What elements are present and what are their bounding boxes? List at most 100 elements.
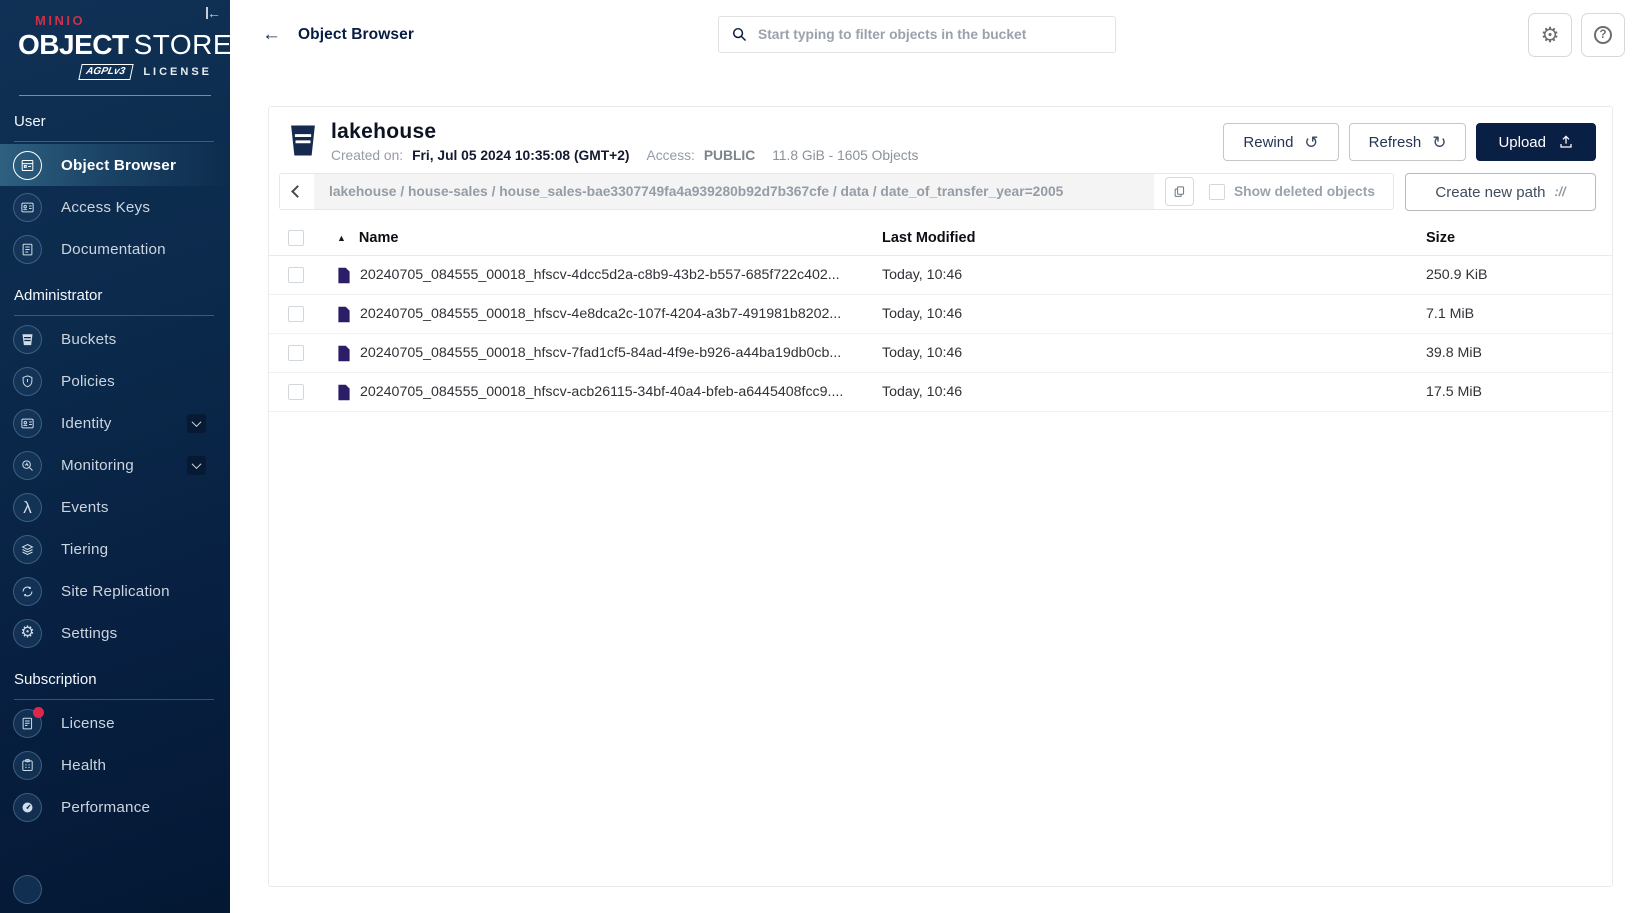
size-column-header[interactable]: Size	[1426, 230, 1612, 246]
file-icon	[337, 384, 351, 401]
sidebar-collapse-button[interactable]: ←	[206, 5, 221, 21]
sidebar-item-events[interactable]: λ Events	[0, 486, 230, 528]
monitoring-expand-button[interactable]	[187, 456, 206, 475]
chevron-down-icon	[192, 459, 202, 469]
shield-icon	[13, 367, 42, 396]
buckets-icon	[13, 325, 42, 354]
file-icon	[337, 267, 351, 284]
sidebar-item-identity[interactable]: Identity	[0, 402, 230, 444]
help-icon: ?	[1594, 26, 1612, 44]
object-size: 250.9 KiB	[1426, 267, 1612, 283]
sidebar-item-label: Tiering	[61, 541, 108, 558]
object-name: 20240705_084555_00018_hfscv-7fad1cf5-84a…	[360, 345, 841, 361]
create-new-path-button[interactable]: Create new path ://	[1405, 173, 1596, 211]
monitoring-icon	[13, 451, 42, 480]
search-icon	[731, 26, 748, 43]
gear-icon: ⚙	[13, 619, 42, 648]
sidebar-item-label: License	[61, 715, 115, 732]
sidebar-item-policies[interactable]: Policies	[0, 360, 230, 402]
rewind-icon: ↺	[1304, 134, 1318, 151]
topbar-actions: ⚙ ?	[1528, 13, 1625, 57]
settings-button[interactable]: ⚙	[1528, 13, 1572, 57]
breadcrumb[interactable]: lakehouse / house-sales / house_sales-ba…	[314, 174, 1154, 209]
sidebar-item-tiering[interactable]: Tiering	[0, 528, 230, 570]
agpl-badge: AGPLv3	[79, 64, 134, 80]
help-button[interactable]: ?	[1581, 13, 1625, 57]
sidebar-item-performance[interactable]: Performance	[0, 786, 230, 828]
section-label-administrator: Administrator	[14, 287, 230, 304]
bucket-icon	[288, 123, 318, 158]
identity-expand-button[interactable]	[187, 414, 206, 433]
upload-button[interactable]: Upload	[1476, 123, 1596, 161]
bucket-meta-line: Created on: Fri, Jul 05 2024 10:35:08 (G…	[331, 148, 1223, 163]
sidebar-item-label: Object Browser	[61, 157, 176, 174]
bucket-meta: lakehouse Created on: Fri, Jul 05 2024 1…	[331, 120, 1223, 163]
sidebar-item-access-keys[interactable]: Access Keys	[0, 186, 230, 228]
copy-path-button[interactable]	[1165, 177, 1194, 206]
gear-icon: ⚙	[1541, 25, 1560, 46]
object-name: 20240705_084555_00018_hfscv-4dcc5d2a-c8b…	[360, 267, 840, 283]
section-divider	[14, 699, 214, 700]
sidebar-item-monitoring[interactable]: Monitoring	[0, 444, 230, 486]
table-row[interactable]: 20240705_084555_00018_hfscv-7fad1cf5-84a…	[269, 334, 1612, 373]
sidebar-item-site-replication[interactable]: Site Replication	[0, 570, 230, 612]
breadcrumb-bar: lakehouse / house-sales / house_sales-ba…	[279, 173, 1394, 210]
topbar-left: ← Object Browser	[230, 24, 414, 46]
health-clipboard-icon	[13, 751, 42, 780]
breadcrumb-back-button[interactable]	[280, 174, 314, 209]
created-label: Created on:	[331, 148, 403, 163]
sidebar-item-label: Health	[61, 757, 106, 774]
product-name: OBJECTSTORE	[18, 29, 212, 61]
sidebar-item-object-browser[interactable]: Object Browser	[0, 144, 230, 186]
row-checkbox[interactable]	[288, 384, 304, 400]
back-arrow-icon[interactable]: ←	[262, 24, 281, 46]
table-row[interactable]: 20240705_084555_00018_hfscv-acb26115-34b…	[269, 373, 1612, 412]
license-row: AGPLv3 LICENSE	[18, 64, 212, 80]
name-column-header[interactable]: ▲ Name	[337, 230, 882, 246]
modified-column-header[interactable]: Last Modified	[882, 230, 1426, 246]
sort-asc-icon: ▲	[337, 233, 346, 243]
row-checkbox[interactable]	[288, 345, 304, 361]
object-modified: Today, 10:46	[882, 345, 1426, 361]
sidebar-item-label: Events	[61, 499, 109, 516]
object-modified: Today, 10:46	[882, 267, 1426, 283]
table-row[interactable]: 20240705_084555_00018_hfscv-4e8dca2c-107…	[269, 295, 1612, 334]
sidebar-item-documentation[interactable]: Documentation	[0, 228, 230, 270]
sidebar-item-health[interactable]: Health	[0, 744, 230, 786]
table-header-row: ▲ Name Last Modified Size	[269, 220, 1612, 256]
minio-logo: MINIO OBJECTSTORE AGPLv3 LICENSE	[0, 0, 230, 80]
section-divider	[14, 315, 214, 316]
upload-icon	[1558, 134, 1574, 150]
select-all-checkbox[interactable]	[288, 230, 304, 246]
object-size: 39.8 MiB	[1426, 345, 1612, 361]
sidebar-item-label: Site Replication	[61, 583, 170, 600]
object-link[interactable]: 20240705_084555_00018_hfscv-4e8dca2c-107…	[337, 306, 882, 323]
collapse-arrow-icon: ←	[207, 5, 221, 21]
object-link[interactable]: 20240705_084555_00018_hfscv-acb26115-34b…	[337, 384, 882, 401]
refresh-button[interactable]: Refresh ↻	[1349, 123, 1467, 161]
sidebar-item-license[interactable]: License	[0, 702, 230, 744]
sidebar-item-label: Buckets	[61, 331, 116, 348]
row-checkbox[interactable]	[288, 267, 304, 283]
logo-divider	[19, 95, 211, 96]
license-label: LICENSE	[143, 66, 212, 78]
show-deleted-checkbox[interactable]	[1209, 184, 1225, 200]
object-link[interactable]: 20240705_084555_00018_hfscv-4dcc5d2a-c8b…	[337, 267, 882, 284]
object-link[interactable]: 20240705_084555_00018_hfscv-7fad1cf5-84a…	[337, 345, 882, 362]
show-deleted-toggle[interactable]: Show deleted objects	[1209, 184, 1375, 200]
access-label: Access:	[647, 148, 695, 163]
sidebar-item-settings[interactable]: ⚙ Settings	[0, 612, 230, 654]
row-checkbox[interactable]	[288, 306, 304, 322]
object-filter-search[interactable]	[718, 16, 1116, 53]
documentation-icon	[13, 235, 42, 264]
sidebar-item-label: Performance	[61, 799, 150, 816]
create-path-icon: ://	[1554, 185, 1565, 199]
object-browser-icon	[13, 151, 42, 180]
table-row[interactable]: 20240705_084555_00018_hfscv-4dcc5d2a-c8b…	[269, 256, 1612, 295]
search-input[interactable]	[758, 27, 1103, 42]
layers-icon	[13, 535, 42, 564]
sidebar-item-buckets[interactable]: Buckets	[0, 318, 230, 360]
copy-icon	[1173, 185, 1186, 198]
page-title: Object Browser	[298, 26, 414, 44]
rewind-button[interactable]: Rewind ↺	[1223, 123, 1338, 161]
